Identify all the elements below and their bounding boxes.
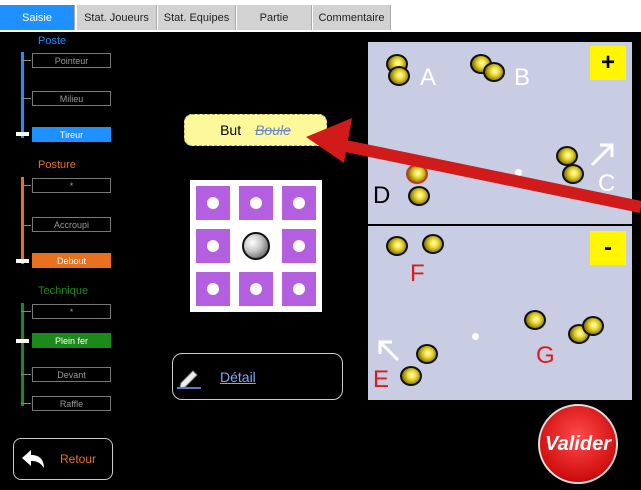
boule-c2[interactable] (562, 164, 584, 184)
but-label: But (220, 122, 242, 138)
letter-g: G (536, 342, 555, 369)
grid-cell-center[interactable] (236, 226, 276, 266)
letter-f: F (410, 260, 425, 287)
letter-b: B (514, 64, 531, 91)
grid-cell[interactable] (279, 269, 319, 309)
retour-button[interactable]: Retour (13, 438, 113, 480)
boule-e2[interactable] (400, 366, 422, 386)
retour-label: Retour (60, 452, 97, 466)
technique-slider-handle[interactable] (16, 339, 29, 343)
field-panel-top[interactable]: + A B C D (368, 42, 632, 224)
boule-b2[interactable] (483, 62, 505, 82)
boule-c1[interactable] (556, 146, 578, 166)
posture-slider-handle[interactable] (16, 259, 29, 263)
boule-f2[interactable] (422, 234, 444, 254)
technique-title: Technique (38, 285, 89, 297)
option-milieu[interactable]: Milieu (32, 91, 111, 106)
impact-grid (190, 180, 322, 312)
tab-bar: Saisie Stat. Joueurs Stat. Equipes Parti… (0, 0, 641, 32)
option-technique-any[interactable]: * (32, 304, 111, 319)
grid-cell[interactable] (193, 269, 233, 309)
boule-icon (242, 232, 270, 260)
tab-partie[interactable]: Partie (237, 5, 312, 30)
pencil-icon (177, 370, 201, 389)
field-panel-bottom[interactable]: - F G E (368, 226, 632, 400)
poste-slider-handle[interactable] (16, 132, 29, 136)
tab-stat-joueurs[interactable]: Stat. Joueurs (77, 5, 157, 30)
option-pointeur[interactable]: Pointeur (32, 53, 111, 68)
option-plein-fer[interactable]: Plein fer (32, 333, 111, 348)
option-devant[interactable]: Devant (32, 367, 111, 382)
grid-cell[interactable] (279, 183, 319, 223)
remove-button[interactable]: - (590, 231, 626, 265)
grid-cell[interactable] (236, 269, 276, 309)
arrow-up-right-icon (590, 143, 614, 167)
detail-button[interactable]: Détail (172, 353, 343, 400)
back-arrow-icon (22, 450, 44, 468)
poste-rail (21, 52, 24, 138)
technique-rail (21, 303, 24, 406)
grid-cell[interactable] (236, 183, 276, 223)
tab-commentaire[interactable]: Commentaire (313, 5, 391, 30)
grid-cell[interactable] (279, 226, 319, 266)
tab-saisie[interactable]: Saisie (0, 5, 75, 30)
option-raffle[interactable]: Raffle (32, 396, 111, 411)
valider-button[interactable]: Valider (538, 404, 618, 484)
grid-cell[interactable] (193, 183, 233, 223)
grid-cell[interactable] (193, 226, 233, 266)
letter-e: E (373, 366, 390, 393)
letter-a: A (420, 64, 437, 91)
arrow-up-left-icon (378, 340, 400, 362)
boule-a2[interactable] (388, 66, 410, 86)
poste-title: Poste (38, 35, 67, 47)
boule-d1[interactable] (406, 164, 428, 184)
tab-stat-equipes[interactable]: Stat. Equipes (158, 5, 236, 30)
posture-rail (21, 177, 24, 264)
letter-c: C (598, 170, 616, 197)
option-debout[interactable]: Debout (32, 253, 111, 268)
jack[interactable] (515, 169, 522, 176)
detail-label: Détail (220, 368, 256, 385)
boule-e1[interactable] (416, 344, 438, 364)
boule-f1[interactable] (386, 236, 408, 256)
jack[interactable] (472, 333, 479, 340)
target-selector[interactable]: But Boule (184, 114, 327, 146)
boule-g1[interactable] (524, 310, 546, 330)
option-accroupi[interactable]: Accroupi (32, 217, 111, 232)
boule-label: Boule (255, 122, 291, 138)
add-button[interactable]: + (590, 46, 626, 80)
option-tireur[interactable]: Tireur (32, 127, 111, 142)
letter-d: D (373, 182, 391, 209)
boule-g3[interactable] (582, 316, 604, 336)
option-posture-any[interactable]: * (32, 178, 111, 193)
boule-d2[interactable] (408, 186, 430, 206)
posture-title: Posture (38, 159, 76, 171)
